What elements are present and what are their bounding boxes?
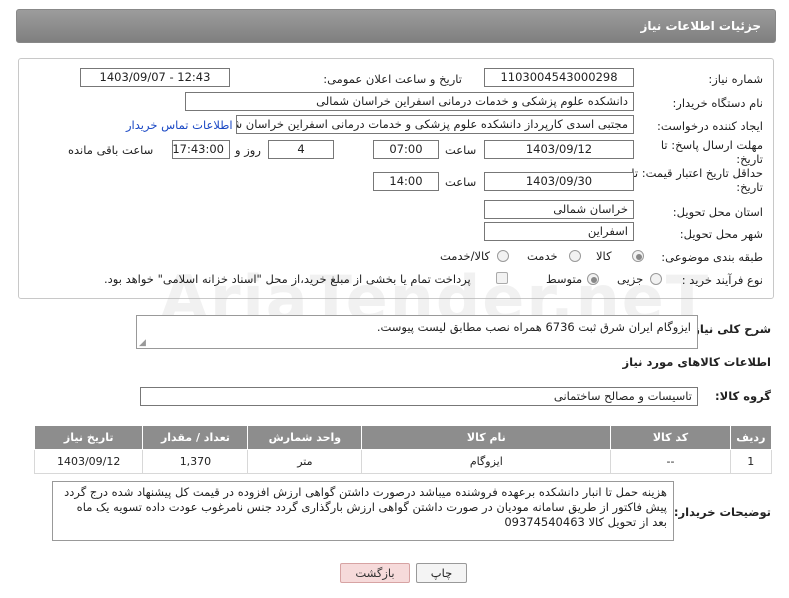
city-field: اسفراین <box>484 222 634 241</box>
treasury-payment-note: پرداخت تمام یا بخشی از مبلغ خرید،از محل … <box>104 272 471 286</box>
col-header-need-date: تاریخ نیاز <box>33 425 144 450</box>
remaining-time-label: ساعت باقی مانده <box>68 143 154 157</box>
items-table: ردیف کد کالا نام کالا واحد شمارش تعداد /… <box>33 425 773 474</box>
title-bar: جزئیات اطلاعات نیاز <box>16 9 776 43</box>
category-goods-label: کالا <box>596 249 612 263</box>
goods-group-field: تاسیسات و مصالح ساختمانی <box>140 387 698 406</box>
page-title: جزئیات اطلاعات نیاز <box>640 19 761 33</box>
cell-item-code: -- <box>610 449 731 474</box>
treasury-payment-checkbox[interactable] <box>496 272 508 284</box>
description-text: ایزوگام ایران شرق ثبت 6736 همراه نصب مطا… <box>376 320 691 334</box>
process-minor-radio[interactable] <box>650 273 662 285</box>
description-label: شرح کلی نیاز: <box>688 322 771 336</box>
process-minor-label: جزیی <box>617 272 644 286</box>
price-validity-label: حداقل تاریخ اعتبار قیمت: تا <box>631 166 763 180</box>
days-label: روز و <box>235 143 261 157</box>
col-header-item-code: کد کالا <box>610 425 731 450</box>
need-number-label: شماره نیاز: <box>708 72 763 86</box>
cell-need-date: 1403/09/12 <box>33 449 144 474</box>
col-header-quantity: تعداد / مقدار <box>142 425 249 450</box>
city-label: شهر محل تحویل: <box>679 227 763 241</box>
buyer-contact-link[interactable]: اطلاعات تماس خریدار <box>126 118 233 132</box>
category-goods-service-radio[interactable] <box>497 250 509 262</box>
deadline-date-field: 1403/09/12 <box>484 140 634 159</box>
days-remaining-field: 4 <box>268 140 334 159</box>
remaining-time-field: 17:43:00 <box>172 140 230 159</box>
requester-field: مجتبی اسدی کارپرداز دانشکده علوم پزشکی و… <box>236 115 634 134</box>
deadline-time-field: 07:00 <box>373 140 439 159</box>
cell-unit: متر <box>247 449 363 474</box>
category-goods-service-label: کالا/خدمت <box>440 249 491 263</box>
col-header-item-name: نام کالا <box>361 425 612 450</box>
buyer-notes-label: توضیحات خریدار: <box>673 505 771 519</box>
deadline-date-label: تاریخ: <box>736 152 763 166</box>
requester-label: ایجاد کننده درخواست: <box>657 119 763 133</box>
deadline-time-label: ساعت <box>445 143 477 157</box>
price-validity-date-label: تاریخ: <box>736 180 763 194</box>
resize-handle-icon[interactable]: ◢ <box>139 338 146 348</box>
process-medium-label: متوسط <box>546 272 583 286</box>
announce-datetime-label: تاریخ و ساعت اعلان عمومی: <box>323 72 462 86</box>
announce-datetime-field: 1403/09/07 - 12:43 <box>80 68 230 87</box>
category-service-label: خدمت <box>527 249 558 263</box>
category-label: طبقه بندی موضوعی: <box>661 250 763 264</box>
cell-row-number: 1 <box>729 449 773 474</box>
price-validity-date-field: 1403/09/30 <box>484 172 634 191</box>
need-number-field: 1103004543000298 <box>484 68 634 87</box>
province-field: خراسان شمالی <box>484 200 634 219</box>
col-header-row-number: ردیف <box>729 425 773 450</box>
col-header-unit: واحد شمارش <box>247 425 363 450</box>
table-header-row: ردیف کد کالا نام کالا واحد شمارش تعداد /… <box>33 425 773 450</box>
buyer-org-label: نام دستگاه خریدار: <box>672 96 763 110</box>
buyer-notes-box: هزینه حمل تا انبار دانشکده برعهده فروشند… <box>52 481 674 541</box>
items-section-title: اطلاعات کالاهای مورد نیاز <box>622 355 771 369</box>
cell-quantity: 1,370 <box>142 449 249 474</box>
category-service-radio[interactable] <box>569 250 581 262</box>
buyer-org-field: دانشکده علوم پزشکی و خدمات درمانی اسفرای… <box>185 92 634 111</box>
cell-item-name: ایزوگام <box>361 449 612 474</box>
price-validity-time-label: ساعت <box>445 175 477 189</box>
province-label: استان محل تحویل: <box>672 205 763 219</box>
print-button[interactable]: چاپ <box>416 563 467 583</box>
process-type-label: نوع فرآیند خرید : <box>681 273 763 287</box>
process-medium-radio[interactable] <box>587 273 599 285</box>
table-row: 1 -- ایزوگام متر 1,370 1403/09/12 <box>33 449 773 474</box>
price-validity-time-field: 14:00 <box>373 172 439 191</box>
buyer-notes-text: هزینه حمل تا انبار دانشکده برعهده فروشند… <box>64 485 667 529</box>
goods-group-label: گروه کالا: <box>715 389 771 403</box>
category-goods-radio[interactable] <box>632 250 644 262</box>
back-button[interactable]: بازگشت <box>340 563 410 583</box>
description-textarea[interactable]: ایزوگام ایران شرق ثبت 6736 همراه نصب مطا… <box>136 315 698 349</box>
deadline-label: مهلت ارسال پاسخ: تا <box>660 138 763 152</box>
